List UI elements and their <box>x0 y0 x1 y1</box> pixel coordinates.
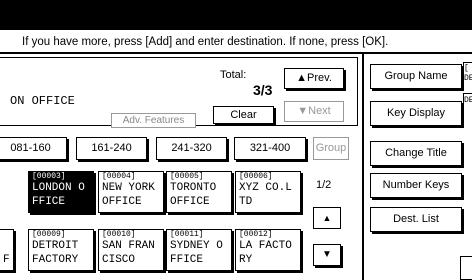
next-button[interactable]: ▼Next <box>284 101 344 122</box>
dest-key-00005[interactable]: [00005] TORONTO OFFICE <box>166 171 232 213</box>
total-label: Total: <box>220 69 247 81</box>
dest-label-line2: F <box>3 254 10 266</box>
top-bar <box>0 0 472 30</box>
dest-key-00010[interactable]: [00010] SAN FRAN CISCO <box>98 229 164 271</box>
dest-label-line1: SAN FRAN <box>102 240 155 252</box>
clear-button[interactable]: Clear <box>213 106 274 124</box>
edge-text: DE <box>464 96 472 105</box>
destination-name: ON OFFICE <box>10 94 75 108</box>
edge-text: DE <box>464 74 472 83</box>
dest-list-button[interactable]: Dest. List <box>370 207 462 232</box>
dest-label-line1: XYZ CO.L <box>239 182 292 194</box>
dest-key-00004[interactable]: [00004] NEW YORK OFFICE <box>98 171 164 213</box>
dest-key-00006[interactable]: [00006] XYZ CO.L TD <box>235 171 301 213</box>
dest-label-line2: OFFICE <box>170 196 210 208</box>
dest-label-line2: FFICE <box>32 196 66 208</box>
dest-label-line2: FFICE <box>170 254 204 266</box>
dest-number: [00011] <box>170 230 204 239</box>
dest-key-00012[interactable]: [00012] LA FACTO RY <box>235 229 301 271</box>
dest-number: [00005] <box>170 172 204 181</box>
dest-label-line2: FACTORY <box>32 254 79 266</box>
tab-081-160[interactable]: 081-160 <box>0 137 67 160</box>
instruction-message: If you have more, press [Add] and enter … <box>22 36 389 48</box>
group-name-button[interactable]: Group Name <box>370 64 462 89</box>
panel-divider <box>362 54 364 280</box>
dest-label-line2: TD <box>239 196 253 208</box>
dest-label-line1: DETROIT <box>32 240 79 252</box>
dest-label-line1: SYDNEY O <box>170 240 223 252</box>
dest-label-line1: LA FACTO <box>239 240 292 252</box>
adv-features-button[interactable]: Adv. Features <box>111 113 196 128</box>
page-indicator: 1/2 <box>316 179 332 191</box>
tab-321-400[interactable]: 321-400 <box>234 137 306 160</box>
dest-label-line2: RY <box>239 254 253 266</box>
dest-label-line1: LONDON O <box>32 182 85 194</box>
dest-number: [00009] <box>32 230 66 239</box>
dest-number: [00010] <box>102 230 136 239</box>
dest-label-line2: CISCO <box>102 254 136 266</box>
dest-key-00011[interactable]: [00011] SYDNEY O FFICE <box>166 229 232 271</box>
dest-number: [00012] <box>239 230 273 239</box>
scroll-up-button[interactable]: ▲ <box>313 207 341 229</box>
key-display-button[interactable]: Key Display <box>370 101 462 126</box>
dest-key-00003[interactable]: [00003] LONDON O FFICE <box>28 171 94 213</box>
edge-text: [ <box>464 64 469 73</box>
total-value: 3/3 <box>253 82 273 98</box>
tab-161-240[interactable]: 161-240 <box>76 137 147 160</box>
dest-label-line1: NEW YORK <box>102 182 155 194</box>
tab-group[interactable]: Group <box>313 137 349 160</box>
corner-button-partial[interactable] <box>460 256 472 280</box>
dest-number: [00006] <box>239 172 273 181</box>
number-keys-button[interactable]: Number Keys <box>370 173 462 198</box>
dest-label-line2: OFFICE <box>102 196 142 208</box>
scroll-down-button[interactable]: ▼ <box>313 244 341 266</box>
tab-241-320[interactable]: 241-320 <box>156 137 227 160</box>
dest-label-line1: TORONTO <box>170 182 217 194</box>
dest-number: [00004] <box>102 172 136 181</box>
change-title-button[interactable]: Change Title <box>370 141 462 166</box>
dest-number: [00003] <box>32 172 66 181</box>
prev-button[interactable]: ▲Prev. <box>284 68 344 89</box>
dest-key-00009[interactable]: [00009] DETROIT FACTORY <box>28 229 94 271</box>
dest-key-partial[interactable]: F <box>0 229 14 271</box>
